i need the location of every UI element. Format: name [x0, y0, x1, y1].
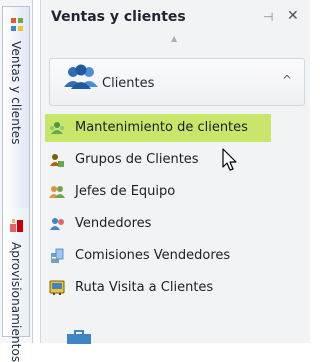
tab-label: Aprovisionamientos [9, 242, 23, 362]
item-label: Grupos de Clientes [75, 152, 199, 167]
pin-icon[interactable]: ⊣ [263, 10, 273, 24]
tab-label: Ventas y clientes [9, 41, 23, 145]
clients-group-icon [64, 64, 98, 89]
list-item-ruta-visita-a-clientes[interactable]: Ruta Visita a Clientes [45, 274, 271, 302]
salespeople-icon [50, 218, 64, 230]
list-item-jefes-de-equipo[interactable]: Jefes de Equipo [45, 178, 271, 206]
supply-icon [10, 219, 23, 232]
tab-aprovisionamientos[interactable]: Aprovisionamientos [2, 208, 30, 362]
collapse-up-icon[interactable]: ▲ [171, 34, 177, 43]
visit-route-icon [49, 280, 65, 295]
people-tree-icon [11, 18, 23, 31]
group-clientes[interactable]: Clientes ^ [49, 58, 305, 106]
item-label: Jefes de Equipo [75, 184, 176, 199]
chevron-up-icon[interactable]: ^ [282, 73, 292, 87]
list-item-vendedores[interactable]: Vendedores [45, 210, 271, 238]
panel-header: Ventas y clientes ⊣ ✕ [51, 6, 303, 30]
vertical-tab-strip: Ventas y clientes Aprovisionamientos [0, 0, 33, 362]
customer-groups-icon [50, 154, 64, 167]
panel-title: Ventas y clientes [51, 9, 186, 25]
item-label: Mantenimiento de clientes [75, 120, 248, 135]
close-icon[interactable]: ✕ [287, 8, 299, 24]
team-leaders-icon [49, 186, 65, 198]
tab-ventas-y-clientes[interactable]: Ventas y clientes [2, 6, 30, 240]
item-label: Ruta Visita a Clientes [75, 280, 214, 295]
commissions-icon [51, 248, 64, 263]
group-label: Clientes [102, 76, 155, 91]
briefcase-icon [67, 330, 91, 344]
list-item-comisiones-vendedores[interactable]: Comisiones Vendedores [45, 242, 271, 270]
customer-maintenance-icon [50, 122, 64, 134]
item-label: Comisiones Vendedores [75, 248, 231, 263]
navigation-panel: Ventas y clientes ⊣ ✕ ▲ Clientes ^ Mante… [40, 0, 310, 344]
mouse-cursor-icon [222, 148, 237, 171]
item-label: Vendedores [75, 216, 152, 231]
list-item-mantenimiento-de-clientes[interactable]: Mantenimiento de clientes [45, 114, 271, 142]
